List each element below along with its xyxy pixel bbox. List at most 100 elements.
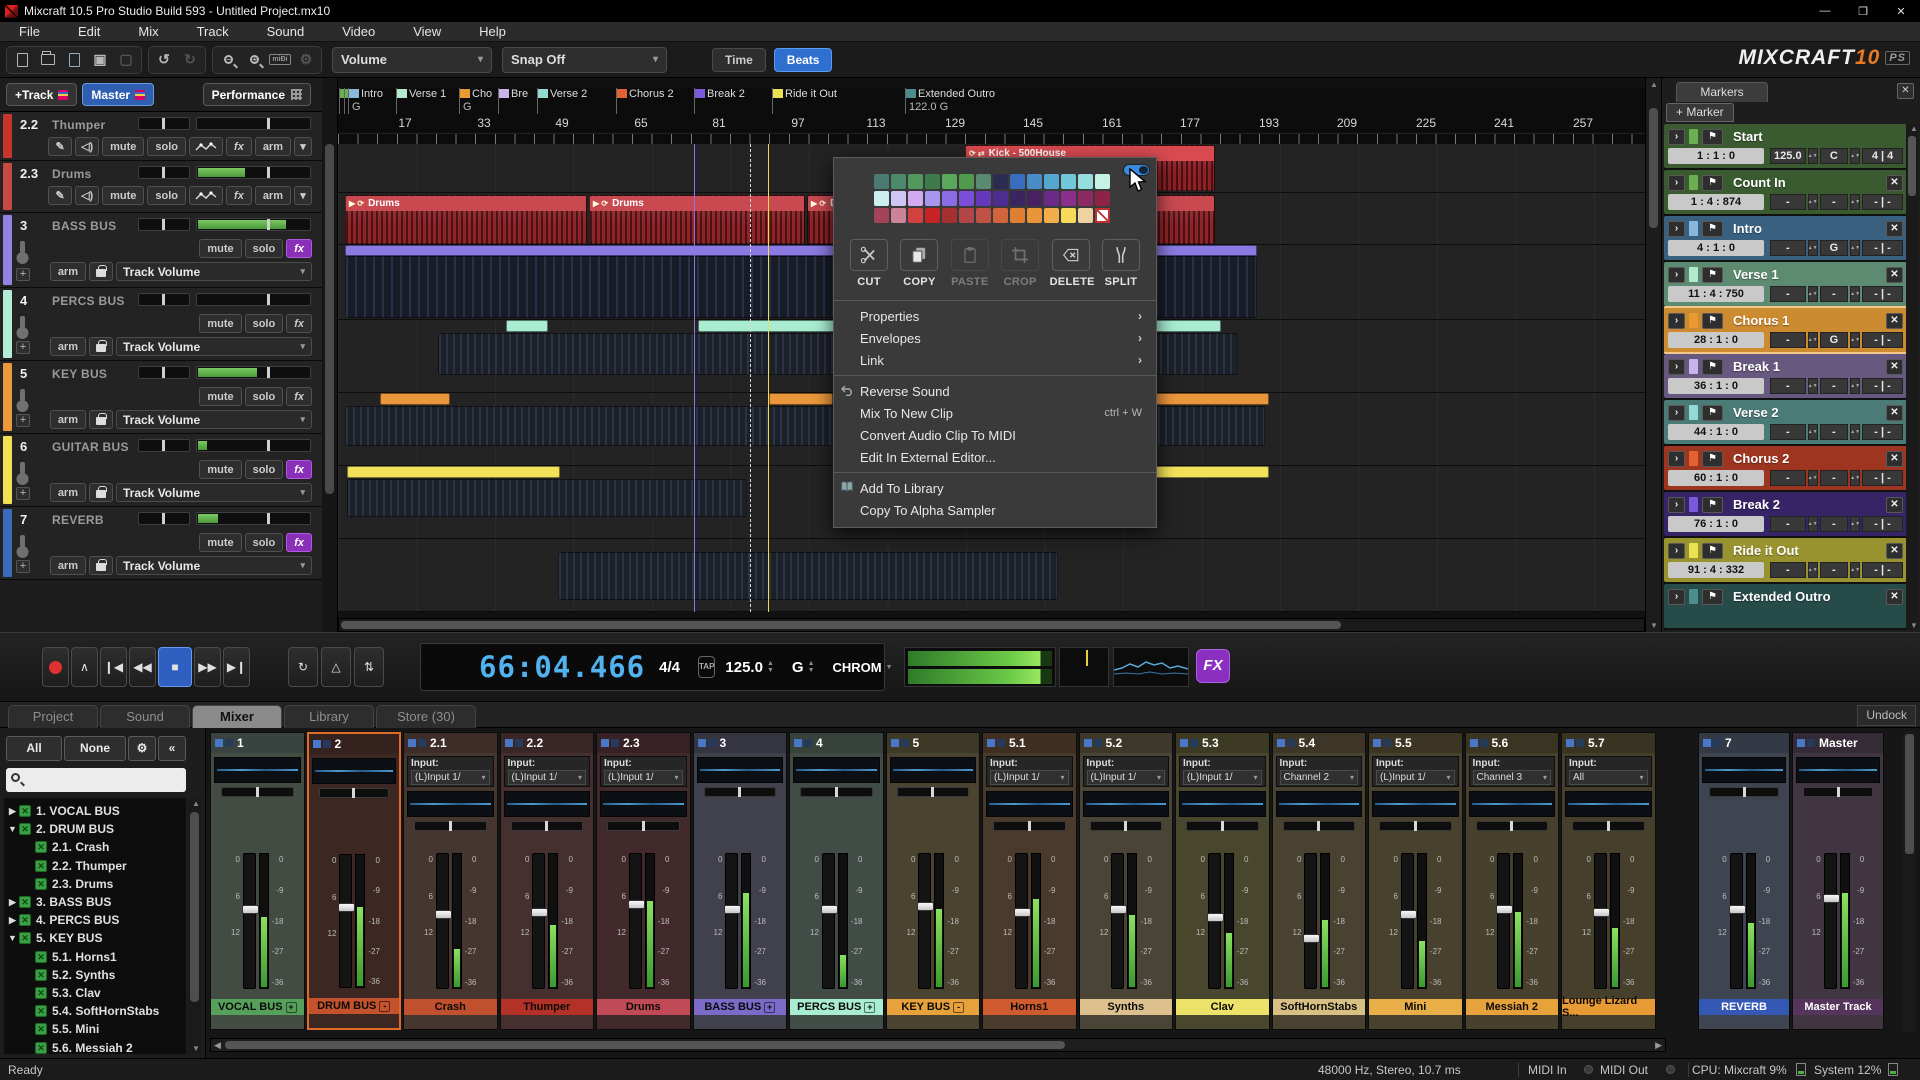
context-menu-item[interactable]: Link›: [834, 349, 1156, 371]
pan-slider[interactable]: [897, 787, 970, 797]
pan-slider[interactable]: [1283, 821, 1356, 831]
tree-arrow-icon[interactable]: ▼: [6, 933, 19, 943]
channel-name-label[interactable]: KEY BUS-: [887, 999, 980, 1015]
timeline-marker-flag[interactable]: Verse 2: [537, 88, 587, 114]
pan-slider[interactable]: [138, 166, 190, 179]
mute-button[interactable]: mute: [199, 314, 241, 333]
scroll-down-icon[interactable]: ▼: [1908, 621, 1920, 630]
spinner-icon[interactable]: ▲▼: [1850, 240, 1860, 256]
color-swatch[interactable]: [1095, 191, 1110, 206]
lock-icon[interactable]: [89, 556, 113, 575]
markers-tab[interactable]: Markers: [1676, 82, 1768, 102]
mute-button[interactable]: mute: [199, 460, 241, 479]
automation-type-dropdown[interactable]: Volume▾: [332, 47, 492, 73]
color-swatch[interactable]: [1044, 208, 1059, 223]
select-none-button[interactable]: None: [64, 736, 126, 761]
track-color-strip[interactable]: [3, 163, 12, 210]
chevron-down-icon[interactable]: ▾: [294, 186, 312, 205]
mixer-channel-strip[interactable]: Master 0612 0-9-18-27-36 Mast: [1792, 732, 1884, 1030]
strip-header[interactable]: 5.4: [1273, 733, 1366, 753]
marker-name[interactable]: Count In: [1733, 175, 1786, 190]
input-selector[interactable]: Input: (L)Input 1/▾: [1372, 756, 1459, 787]
browser-track-item[interactable]: ✕ 5.6. Messiah 2: [4, 1038, 186, 1054]
timeline-marker-flag[interactable]: Break 2: [694, 88, 745, 114]
color-swatch[interactable]: [1078, 208, 1093, 223]
timeline-clip[interactable]: [1149, 393, 1269, 405]
timeline-clip[interactable]: [347, 479, 747, 517]
beats-mode-button[interactable]: Beats: [774, 48, 833, 72]
volume-fader[interactable]: [1208, 853, 1221, 989]
strip-header[interactable]: 1: [211, 733, 304, 753]
mixer-channel-strip[interactable]: 5.6 Input: Channel 3▾ 0612: [1465, 732, 1560, 1030]
mixer-channel-strip[interactable]: 5 0612 0-9-18-27-36: [886, 732, 981, 1030]
input-selector[interactable]: Input: Channel 2▾: [1276, 756, 1363, 787]
flag-icon[interactable]: ⚑: [1702, 267, 1723, 283]
mixer-horizontal-scrollbar[interactable]: ◀ ▶: [210, 1038, 1666, 1052]
marker-name[interactable]: Extended Outro: [1733, 589, 1831, 604]
marker-meter-field[interactable]: - | -: [1862, 516, 1903, 532]
mixer-channel-strip[interactable]: 2.3 Input: (L)Input 1/▾ 0612: [596, 732, 691, 1030]
zoom-in-icon[interactable]: +: [241, 48, 267, 72]
scroll-up-icon[interactable]: ▲: [1908, 124, 1920, 133]
marker-color-chip[interactable]: [1689, 359, 1698, 374]
marker-name[interactable]: Chorus 1: [1733, 313, 1789, 328]
volume-fader[interactable]: [1304, 853, 1317, 989]
track-color-strip[interactable]: [3, 363, 12, 431]
marker-row[interactable]: › ⚑ Start 1 : 1 : 0 125.0 ▲▼ C ▲▼ 4 | 4: [1664, 124, 1907, 168]
scroll-right-icon[interactable]: ▶: [1655, 1040, 1662, 1051]
spinner-icon[interactable]: ▲▼: [1808, 240, 1818, 256]
track-color-strip[interactable]: [3, 436, 12, 504]
channel-name-label[interactable]: Lounge Lizard S...: [1562, 999, 1655, 1015]
fast-forward-button[interactable]: ▶▶: [194, 647, 221, 687]
marker-meter-field[interactable]: - | -: [1862, 194, 1903, 210]
timeline-marker-flag[interactable]: Bre: [498, 88, 528, 114]
volume-fader[interactable]: [918, 853, 931, 989]
color-swatch[interactable]: [1044, 191, 1059, 206]
strip-header[interactable]: 5.7: [1562, 733, 1655, 753]
flag-icon[interactable]: ⚑: [1702, 543, 1723, 559]
menu-item[interactable]: Video: [323, 22, 394, 41]
pan-slider[interactable]: [1379, 821, 1452, 831]
timeline-clip[interactable]: [769, 393, 833, 405]
markers-scrollbar[interactable]: ▲ ▼: [1906, 124, 1918, 630]
strip-header[interactable]: 5.1: [983, 733, 1076, 753]
color-swatch[interactable]: [1078, 174, 1093, 189]
marker-delete-button[interactable]: ✕: [1886, 267, 1903, 283]
marker-name[interactable]: Verse 2: [1733, 405, 1779, 420]
marker-delete-button[interactable]: ✕: [1886, 405, 1903, 421]
color-swatch[interactable]: [959, 191, 974, 206]
minimize-button[interactable]: —: [1806, 0, 1844, 22]
marker-delete-button[interactable]: ✕: [1886, 175, 1903, 191]
track-checkbox[interactable]: ✕: [35, 878, 47, 890]
marker-delete-button[interactable]: ✕: [1886, 497, 1903, 513]
track-name[interactable]: Drums: [52, 167, 92, 181]
channel-name-label[interactable]: BASS BUS+: [694, 999, 787, 1015]
flag-icon[interactable]: ⚑: [1702, 405, 1723, 421]
key-value[interactable]: G: [792, 659, 804, 676]
track-volume-dropdown[interactable]: Track Volume▾: [116, 262, 312, 281]
volume-fader[interactable]: [1824, 853, 1837, 989]
marker-meter-field[interactable]: - | -: [1862, 332, 1903, 348]
volume-fader[interactable]: [243, 853, 256, 989]
save-icon[interactable]: ▣: [87, 48, 113, 72]
volume-fader[interactable]: [1015, 853, 1028, 989]
timeline-marker-flag[interactable]: Intro G: [348, 88, 383, 114]
track-checkbox[interactable]: ✕: [35, 860, 47, 872]
spinner-icon[interactable]: ▲▼: [1808, 378, 1818, 394]
browser-track-item[interactable]: ✕ 5.2. Synths: [4, 966, 186, 984]
pan-slider[interactable]: [138, 439, 190, 452]
color-swatch[interactable]: [908, 191, 923, 206]
pan-slider[interactable]: [993, 821, 1066, 831]
color-swatch[interactable]: [1027, 191, 1042, 206]
clip-action-button[interactable]: CUT: [848, 239, 890, 288]
timeline-clip[interactable]: [558, 552, 1058, 600]
mixer-channel-strip[interactable]: 5.2 Input: (L)Input 1/▾ 0612: [1079, 732, 1174, 1030]
marker-time-field[interactable]: 91 : 4 : 332: [1668, 562, 1764, 578]
marker-tempo-field[interactable]: -: [1770, 516, 1806, 532]
flag-icon[interactable]: ⚑: [1702, 497, 1723, 513]
time-readout[interactable]: 66:04.466: [479, 650, 645, 684]
input-selector[interactable]: Input: (L)Input 1/▾: [1083, 756, 1170, 787]
tap-tempo-button[interactable]: TAP: [698, 656, 715, 678]
color-swatch[interactable]: [925, 208, 940, 223]
performance-button[interactable]: Performance: [203, 83, 311, 106]
